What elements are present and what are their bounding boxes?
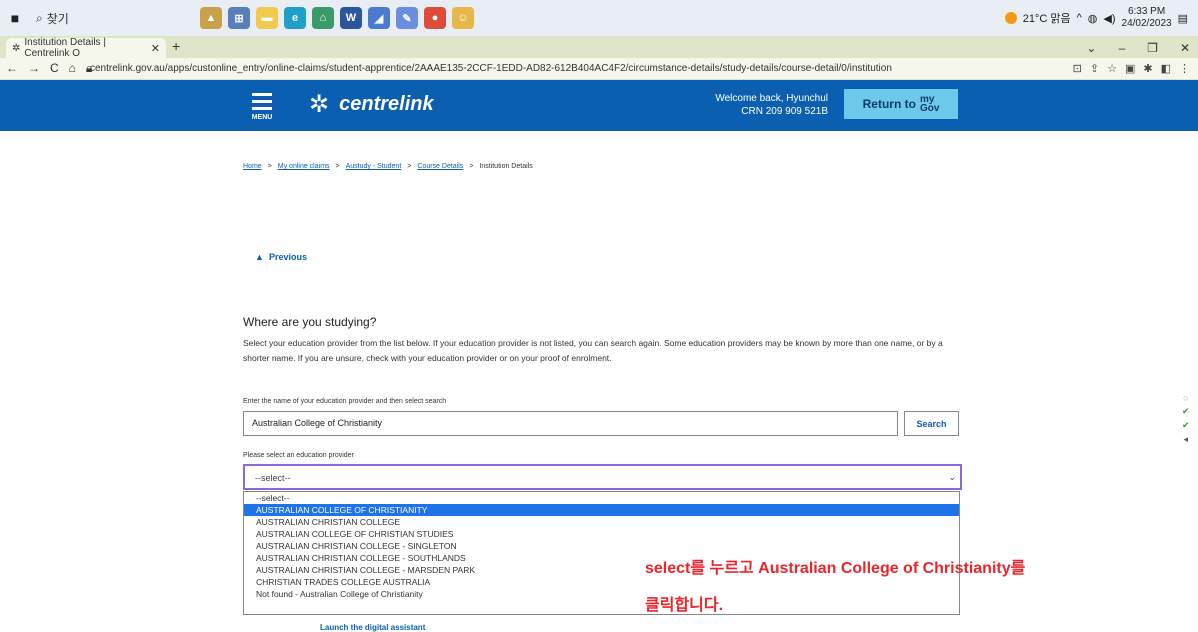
dropdown-option[interactable]: AUSTRALIAN COLLEGE OF CHRISTIAN STUDIES	[244, 528, 959, 540]
app-icon-2[interactable]: ✎	[396, 7, 418, 29]
minimize-icon[interactable]: –	[1118, 41, 1125, 55]
chevron-down-icon: ⌄	[948, 472, 956, 482]
breadcrumb-home[interactable]: Home	[243, 163, 262, 170]
welcome-block: Welcome back, Hyunchul CRN 209 909 521B	[715, 92, 828, 118]
welcome-text: Welcome back, Hyunchul	[715, 93, 828, 104]
system-tray: 21°C 맑음 ^ ◍ ◀) 6:33 PM 24/02/2023 ▤	[1004, 6, 1198, 30]
crn-text: CRN 209 909 521B	[741, 106, 828, 117]
breadcrumb-current: Institution Details	[479, 163, 533, 170]
check-icon: ✔	[1182, 420, 1190, 430]
puzzle-icon[interactable]: ✱	[1143, 62, 1152, 75]
site-header: MENU ✲ centrelink Welcome back, Hyunchul…	[0, 80, 1198, 131]
tab-title: Institution Details | Centrelink O	[24, 37, 106, 59]
task-view-icon[interactable]: ⊞	[228, 7, 250, 29]
windows-start-icon[interactable]: ■	[0, 10, 30, 26]
chevron-up-icon[interactable]: ^	[1077, 12, 1082, 24]
app-icon[interactable]: ◢	[368, 7, 390, 29]
provider-search-input[interactable]: Australian College of Christianity	[243, 411, 898, 436]
previous-link[interactable]: ▲ Previous	[255, 252, 307, 262]
pointer-icon: ◂	[1183, 434, 1189, 444]
weather-icon	[1004, 12, 1017, 24]
clock[interactable]: 6:33 PM 24/02/2023	[1122, 6, 1172, 30]
game-icon[interactable]: ☺	[452, 7, 474, 29]
forward-icon[interactable]: →	[28, 61, 40, 76]
share-icon[interactable]: ⇪	[1090, 62, 1099, 75]
network-icon[interactable]: ◍	[1088, 12, 1098, 25]
search-button[interactable]: Search	[904, 411, 959, 436]
digital-assistant-link[interactable]: Launch the digital assistant	[320, 623, 425, 632]
return-label: Return to	[862, 97, 916, 111]
hamburger-icon	[252, 93, 272, 96]
volume-icon[interactable]: ◀)	[1103, 12, 1115, 25]
sidebar-icon[interactable]: ◧	[1161, 62, 1171, 75]
clock-date: 24/02/2023	[1121, 18, 1172, 29]
select-value: --select--	[255, 473, 291, 483]
url-field[interactable]: centrelink.gov.au/apps/custonline_entry/…	[90, 63, 1073, 74]
side-progress: ○ ✔ ✔ ◂	[1182, 393, 1190, 445]
store-icon[interactable]: ⌂	[312, 7, 334, 29]
notification-icon[interactable]: ▤	[1178, 12, 1188, 25]
search-icon: ⌕	[36, 10, 43, 25]
centrelink-logo[interactable]: ✲ centrelink	[309, 90, 434, 119]
word-icon[interactable]: W	[340, 7, 362, 29]
provider-dropdown-list: --select-- AUSTRALIAN COLLEGE OF CHRISTI…	[243, 491, 960, 615]
browser-tab[interactable]: ✲ Institution Details | Centrelink O ✕	[6, 37, 166, 59]
taskbar-search[interactable]: ⌕ 찾기	[30, 5, 180, 31]
tab-search-icon[interactable]: ⌄	[1086, 41, 1096, 55]
address-bar: ← → C ⌂ 🔒︎ centrelink.gov.au/apps/custon…	[0, 58, 1198, 80]
dropdown-option[interactable]: Not found - Australian College of Christ…	[244, 588, 959, 600]
search-label: Enter the name of your education provide…	[243, 398, 447, 405]
dropdown-option[interactable]: AUSTRALIAN CHRISTIAN COLLEGE	[244, 516, 959, 528]
page-description: Select your education provider from the …	[243, 338, 943, 363]
edge-icon[interactable]: e	[284, 7, 306, 29]
breadcrumb-online-claims[interactable]: My online claims	[278, 163, 330, 170]
reload-icon[interactable]: C	[50, 61, 59, 76]
home-icon[interactable]: ⌂	[69, 61, 76, 76]
dropdown-option[interactable]: AUSTRALIAN CHRISTIAN COLLEGE - SINGLETON	[244, 540, 959, 552]
centrelink-star-icon: ✲	[309, 91, 330, 118]
dropdown-option[interactable]: --select--	[244, 492, 959, 504]
bookmark-star-icon[interactable]: ☆	[1107, 62, 1117, 75]
provider-select[interactable]: --select-- ⌄	[243, 464, 962, 490]
kebab-menu-icon[interactable]: ⋮	[1179, 62, 1190, 75]
chevron-up-icon: ▲	[255, 252, 264, 262]
brand-name: centrelink	[339, 93, 434, 115]
previous-label: Previous	[268, 252, 307, 262]
close-window-icon[interactable]: ✕	[1180, 41, 1190, 55]
breadcrumb-austudy[interactable]: Austudy - Student	[346, 163, 402, 170]
select-label: Please select an education provider	[243, 452, 354, 459]
page-heading: Where are you studying?	[243, 315, 377, 329]
circle-icon: ○	[1183, 393, 1189, 403]
clock-time: 6:33 PM	[1127, 6, 1166, 17]
file-explorer-icon[interactable]: ▬	[256, 7, 278, 29]
city-icon[interactable]: ▲	[200, 7, 222, 29]
translate-icon[interactable]: ⊡	[1073, 62, 1082, 75]
extension-icon[interactable]: ▣	[1125, 62, 1135, 75]
new-tab-button[interactable]: +	[172, 38, 180, 58]
menu-button[interactable]: MENU	[243, 84, 281, 128]
taskbar: ■ ⌕ 찾기 ▲ ⊞ ▬ e ⌂ W ◢ ✎ ● ☺ 21°C 맑음 ^ ◍ ◀…	[0, 0, 1198, 36]
breadcrumb-course-details[interactable]: Course Details	[417, 163, 463, 170]
taskbar-search-label: 찾기	[46, 11, 69, 26]
back-icon[interactable]: ←	[6, 61, 18, 76]
browser-tab-bar: ✲ Institution Details | Centrelink O ✕ +…	[0, 36, 1198, 59]
weather-text[interactable]: 21°C 맑음	[1023, 10, 1071, 26]
breadcrumb: Home > My online claims > Austudy - Studen…	[243, 163, 533, 170]
menu-label: MENU	[251, 114, 273, 121]
instruction-annotation-line2: 클릭합니다.	[645, 597, 724, 614]
close-tab-icon[interactable]: ✕	[151, 42, 160, 55]
instruction-annotation-line1: select를 누르고 Australian College of Christ…	[645, 560, 1026, 577]
dropdown-option-selected[interactable]: AUSTRALIAN COLLEGE OF CHRISTIANITY	[244, 504, 959, 516]
restore-icon[interactable]: ❐	[1147, 41, 1158, 55]
return-to-mygov-button[interactable]: Return to my Gov	[844, 89, 958, 119]
chrome-icon[interactable]: ●	[424, 7, 446, 29]
mygov-bottom: Gov	[919, 103, 940, 114]
favicon-icon: ✲	[12, 42, 21, 54]
check-icon: ✔	[1182, 406, 1190, 416]
